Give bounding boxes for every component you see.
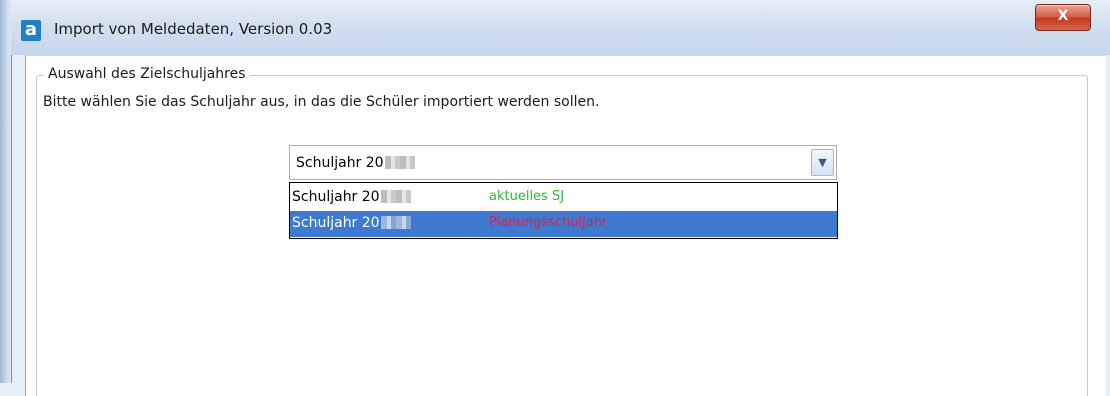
- redacted-year: [384, 156, 415, 169]
- chevron-down-icon[interactable]: ▼: [811, 149, 834, 176]
- window-left-edge: [0, 0, 12, 383]
- dropdown-option-current-year[interactable]: Schuljahr 20 aktuelles SJ: [290, 185, 837, 211]
- instruction-text: Bitte wählen Sie das Schuljahr aus, in d…: [43, 94, 600, 110]
- redacted-year: [380, 190, 411, 203]
- option-note-current: aktuelles SJ: [489, 189, 565, 204]
- close-button[interactable]: X: [1035, 4, 1091, 31]
- school-year-dropdown-list: Schuljahr 20 aktuelles SJ Schuljahr 20 P…: [289, 182, 838, 239]
- combobox-selected-value: Schuljahr 20: [296, 155, 415, 171]
- option-note-planning: Planungsschuljahr: [489, 215, 608, 230]
- groupbox-title: Auswahl des Zielschuljahres: [44, 66, 250, 82]
- school-year-combobox[interactable]: Schuljahr 20 ▼: [289, 145, 837, 180]
- redacted-year: [380, 216, 411, 229]
- window-title: Import von Meldedaten, Version 0.03: [54, 20, 333, 38]
- dropdown-option-planning-year[interactable]: Schuljahr 20 Planungsschuljahr: [290, 211, 837, 237]
- option-label: Schuljahr 20: [292, 215, 411, 231]
- option-label: Schuljahr 20: [292, 189, 411, 205]
- app-icon: a: [21, 20, 41, 41]
